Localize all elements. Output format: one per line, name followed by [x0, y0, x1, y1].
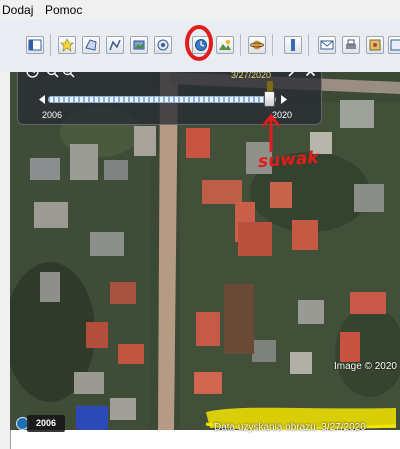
maps-icon	[390, 39, 400, 51]
add-polygon-button[interactable]	[82, 36, 100, 54]
ruler-icon	[291, 39, 295, 51]
satellite-imagery	[10, 72, 400, 430]
sidebar-toggle-button[interactable]	[26, 36, 44, 54]
email-icon	[320, 40, 334, 50]
clock-icon[interactable]	[26, 72, 39, 78]
path-icon	[109, 39, 121, 51]
satellite-map[interactable]: 3/27/2020 2006 2020	[10, 72, 400, 430]
toolbar-separator	[308, 34, 309, 56]
close-icon[interactable]	[304, 72, 317, 78]
slider-current-date: 3/27/2020	[231, 72, 272, 80]
wrench-icon[interactable]	[286, 72, 299, 78]
imagery-copyright: Image © 2020	[334, 361, 397, 372]
menu-dodaj[interactable]: Dodaj	[2, 3, 33, 17]
imagery-date-chip: 2006	[27, 415, 65, 432]
save-image-icon	[369, 39, 381, 51]
placemark-icon	[60, 38, 74, 52]
image-overlay-icon	[133, 40, 145, 50]
zoom-in-icon[interactable]	[62, 72, 75, 78]
print-icon	[346, 39, 356, 49]
annotation-circle	[185, 25, 213, 61]
image-overlay-button[interactable]	[130, 36, 148, 54]
slider-track-ticks	[50, 97, 274, 102]
imagery-acquisition-date: Data uzyskania obrazu: 3/27/2020	[214, 422, 366, 433]
sidebar-icon	[28, 39, 42, 51]
slider-thumb[interactable]	[264, 91, 275, 107]
zoom-out-icon[interactable]	[46, 72, 59, 78]
step-forward-icon[interactable]	[280, 95, 288, 104]
save-image-button[interactable]	[366, 36, 384, 54]
menu-pomoc[interactable]: Pomoc	[45, 3, 82, 17]
maps-button[interactable]	[388, 36, 400, 54]
toolbar-separator	[272, 34, 273, 56]
polygon-icon	[85, 39, 97, 51]
record-tour-button[interactable]	[154, 36, 172, 54]
toolbar-separator	[240, 34, 241, 56]
planets-button[interactable]	[248, 36, 266, 54]
slider-start-year: 2006	[42, 110, 63, 120]
add-path-button[interactable]	[106, 36, 124, 54]
annotation-slider-label: suwak	[257, 147, 320, 173]
slider-current-marker	[267, 81, 273, 91]
step-back-icon[interactable]	[38, 95, 46, 104]
planets-icon	[250, 40, 264, 50]
email-button[interactable]	[318, 36, 336, 54]
print-button[interactable]	[342, 36, 360, 54]
toolbar-separator	[50, 34, 51, 56]
record-tour-icon	[157, 39, 169, 51]
add-placemark-button[interactable]	[58, 36, 76, 54]
ruler-button[interactable]	[284, 36, 302, 54]
